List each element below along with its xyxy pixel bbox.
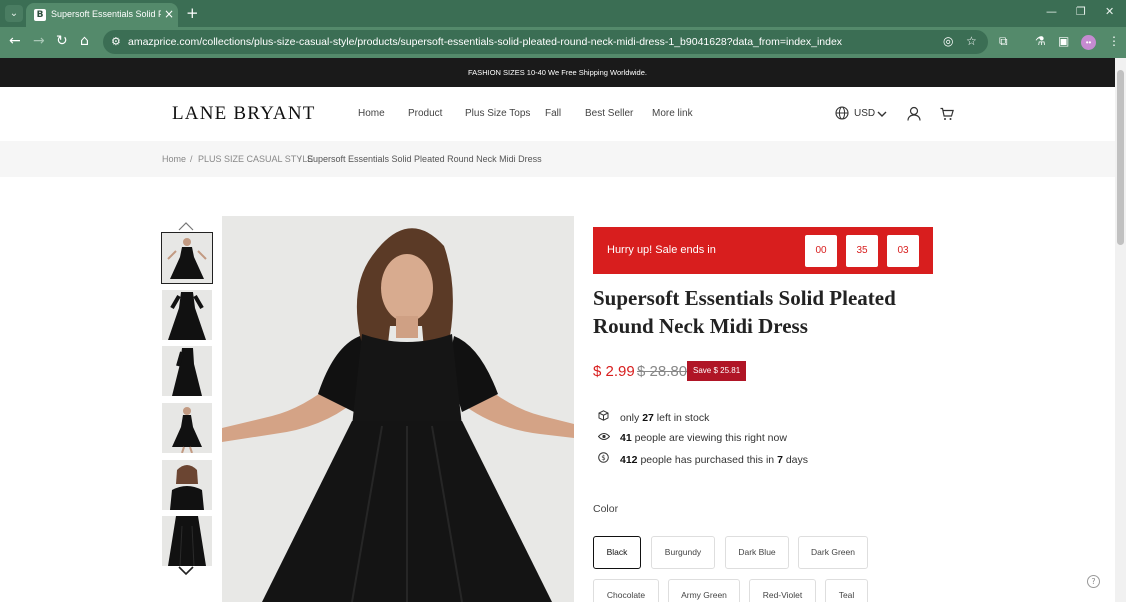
globe-icon[interactable] xyxy=(835,106,849,124)
reload-icon[interactable]: ↻ xyxy=(56,33,68,49)
countdown-minutes: 35 xyxy=(846,235,878,267)
tab-list-dropdown-icon[interactable]: ⌄ xyxy=(5,5,23,22)
color-option-red-violet[interactable]: Red-Violet xyxy=(749,579,816,602)
sale-countdown-banner: Hurry up! Sale ends in 00 35 03 xyxy=(593,227,933,274)
product-thumbnail[interactable] xyxy=(162,346,212,396)
dollar-coin-icon: $ xyxy=(598,452,614,466)
purchases-text: people has purchased this in xyxy=(640,454,775,466)
color-option-army-green[interactable]: Army Green xyxy=(668,579,740,602)
scrollbar-thumb[interactable] xyxy=(1117,70,1124,245)
purchases-info: $ 412 people has purchased this in 7 day… xyxy=(598,452,808,466)
stock-count: 27 xyxy=(642,412,654,424)
nav-home[interactable]: Home xyxy=(358,108,385,119)
current-price: $ 2.99 xyxy=(593,363,635,380)
browser-toolbar: ← → ↻ ⌂ ⚙ amazprice.com/collections/plus… xyxy=(0,27,1126,58)
stock-info: only 27 left in stock xyxy=(598,410,709,424)
account-icon[interactable] xyxy=(907,106,921,125)
cart-icon[interactable] xyxy=(940,107,954,125)
eye-icon xyxy=(597,431,614,444)
save-badge: Save $ 25.81 xyxy=(687,361,747,381)
site-header: LANE BRYANT Home Product Plus Size Tops … xyxy=(0,87,1115,141)
color-option-dark-blue[interactable]: Dark Blue xyxy=(725,536,789,569)
nav-plus-size-tops[interactable]: Plus Size Tops xyxy=(465,108,530,119)
sale-text: Hurry up! Sale ends in xyxy=(607,244,716,256)
nav-best-seller[interactable]: Best Seller xyxy=(585,108,633,119)
color-option-chocolate[interactable]: Chocolate xyxy=(593,579,659,602)
nav-more-link[interactable]: More link xyxy=(652,108,693,119)
chevron-down-icon[interactable] xyxy=(877,107,887,123)
browser-tab-bar: ⌄ B Supersoft Essentials Solid Pleated ×… xyxy=(0,0,1126,27)
nav-product[interactable]: Product xyxy=(408,108,442,119)
viewers-info: 41 people are viewing this right now xyxy=(597,431,787,444)
purchases-post: days xyxy=(785,454,809,466)
thumbnail-down-arrow-icon[interactable] xyxy=(174,563,198,577)
color-option-dark-green[interactable]: Dark Green xyxy=(798,536,868,569)
lab-flask-icon[interactable]: ⚗ xyxy=(1035,34,1046,48)
address-bar[interactable]: ⚙ amazprice.com/collections/plus-size-ca… xyxy=(103,30,988,54)
site-info-icon[interactable]: ⚙ xyxy=(111,35,121,48)
purchases-days: 7 xyxy=(777,454,783,466)
product-thumbnail[interactable] xyxy=(162,403,212,453)
url-text[interactable]: amazprice.com/collections/plus-size-casu… xyxy=(128,36,842,48)
tab-close-icon[interactable]: × xyxy=(164,7,174,21)
svg-text:$: $ xyxy=(601,454,605,462)
viewers-text: people are viewing this right now xyxy=(634,432,787,444)
stock-pre: only xyxy=(620,412,640,424)
breadcrumb-home[interactable]: Home xyxy=(162,154,186,164)
product-main-image[interactable] xyxy=(222,216,574,602)
color-option-black[interactable]: Black xyxy=(593,536,641,569)
browser-tab[interactable]: B Supersoft Essentials Solid Pleated × xyxy=(26,3,178,27)
site-logo[interactable]: LANE BRYANT xyxy=(172,103,316,125)
nav-fall[interactable]: Fall xyxy=(545,108,561,119)
product-title: Supersoft Essentials Solid Pleated Round… xyxy=(593,286,896,338)
box-icon xyxy=(598,410,614,424)
color-option-teal[interactable]: Teal xyxy=(825,579,868,602)
help-widget-icon[interactable]: ? xyxy=(1087,575,1100,588)
currency-selector[interactable]: USD xyxy=(854,108,875,119)
countdown-hours: 00 xyxy=(805,235,837,267)
breadcrumb-category[interactable]: PLUS SIZE CASUAL STYLE xyxy=(198,154,313,164)
product-thumbnail[interactable] xyxy=(162,290,212,340)
breadcrumb-separator: / xyxy=(299,154,302,164)
breadcrumb-separator: / xyxy=(190,154,193,164)
purchases-count: 412 xyxy=(620,454,638,466)
page-scrollbar[interactable] xyxy=(1115,58,1126,602)
restore-icon[interactable]: ❐ xyxy=(1076,5,1086,18)
side-panel-icon[interactable]: ▣ xyxy=(1058,34,1069,48)
announcement-bar: FASHION SIZES 10-40 We Free Shipping Wor… xyxy=(0,58,1115,87)
window-close-icon[interactable]: ✕ xyxy=(1105,5,1114,18)
browser-menu-icon[interactable]: ⋮ xyxy=(1108,34,1120,48)
thumbnail-up-arrow-icon[interactable] xyxy=(174,219,198,233)
site-favicon-icon: B xyxy=(34,9,46,21)
eye-off-icon[interactable]: ◎ xyxy=(943,34,953,48)
new-tab-icon[interactable]: + xyxy=(186,4,199,22)
bookmark-star-icon[interactable]: ☆ xyxy=(966,34,977,48)
product-thumbnail[interactable] xyxy=(162,516,212,566)
forward-icon[interactable]: → xyxy=(33,33,45,49)
color-label: Color xyxy=(593,503,619,515)
breadcrumb-current: Supersoft Essentials Solid Pleated Round… xyxy=(307,154,542,164)
viewers-count: 41 xyxy=(620,432,632,444)
back-icon[interactable]: ← xyxy=(9,33,21,49)
minimize-icon[interactable]: — xyxy=(1046,5,1057,18)
extensions-icon[interactable]: ⧉ xyxy=(999,34,1008,49)
color-option-burgundy[interactable]: Burgundy xyxy=(651,536,715,569)
original-price: $ 28.80 xyxy=(637,363,688,380)
tab-title: Supersoft Essentials Solid Pleated xyxy=(51,9,161,19)
breadcrumb: Home / PLUS SIZE CASUAL STYLE / Supersof… xyxy=(0,141,1115,177)
profile-avatar[interactable]: •• xyxy=(1081,35,1096,50)
product-thumbnail[interactable] xyxy=(162,460,212,510)
product-thumbnail[interactable] xyxy=(161,232,213,284)
countdown-seconds: 03 xyxy=(887,235,919,267)
home-icon[interactable]: ⌂ xyxy=(80,33,89,49)
stock-post: left in stock xyxy=(656,412,710,424)
